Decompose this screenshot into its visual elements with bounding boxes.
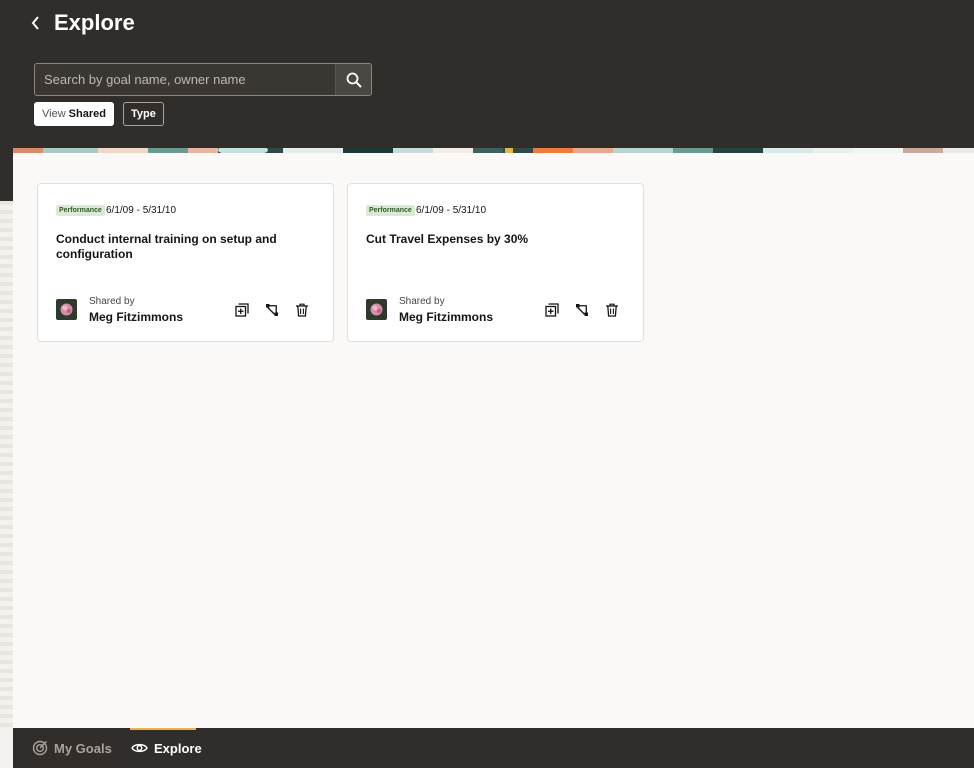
copy-goal-button[interactable] bbox=[543, 301, 561, 319]
owner-photo-icon bbox=[366, 299, 387, 320]
target-icon bbox=[32, 740, 48, 756]
view-filter-chip[interactable]: View Shared bbox=[34, 102, 114, 126]
nav-explore-label: Explore bbox=[154, 740, 202, 756]
search-input[interactable] bbox=[35, 64, 335, 95]
background-strip bbox=[0, 201, 13, 728]
goal-type-badge: Performance bbox=[366, 205, 415, 216]
copy-add-icon bbox=[545, 303, 559, 317]
bottom-navigation: My Goals Explore bbox=[13, 728, 974, 768]
nav-my-goals-label: My Goals bbox=[54, 740, 112, 756]
main-content: Performance 6/1/09 - 5/31/10 Conduct int… bbox=[13, 153, 974, 728]
align-icon bbox=[266, 304, 278, 316]
search-button[interactable] bbox=[335, 64, 371, 95]
owner-name: Meg Fitzimmons bbox=[89, 310, 184, 324]
decorative-banner bbox=[13, 144, 974, 153]
copy-add-icon bbox=[235, 303, 249, 317]
goal-card[interactable]: Performance 6/1/09 - 5/31/10 Cut Travel … bbox=[347, 183, 644, 342]
eye-icon bbox=[131, 743, 148, 753]
delete-goal-button[interactable] bbox=[293, 301, 311, 319]
back-button[interactable] bbox=[24, 10, 48, 36]
goal-dates: 6/1/09 - 5/31/10 bbox=[416, 205, 487, 216]
view-filter-value: Shared bbox=[68, 108, 106, 120]
nav-my-goals[interactable]: My Goals bbox=[32, 728, 112, 768]
type-filter-chip[interactable]: Type bbox=[123, 102, 164, 126]
align-goal-button[interactable] bbox=[573, 301, 591, 319]
search-icon bbox=[346, 72, 362, 88]
nav-explore[interactable]: Explore bbox=[130, 728, 202, 768]
copy-goal-button[interactable] bbox=[233, 301, 251, 319]
goal-dates: 6/1/09 - 5/31/10 bbox=[106, 205, 177, 216]
view-filter-prefix: View bbox=[42, 108, 66, 120]
trash-icon bbox=[606, 303, 618, 317]
owner-photo-icon bbox=[56, 299, 77, 320]
align-goal-button[interactable] bbox=[263, 301, 281, 319]
goal-title[interactable]: Conduct internal training on setup and c… bbox=[56, 232, 306, 262]
shared-by-label: Shared by bbox=[89, 296, 135, 307]
owner-name: Meg Fitzimmons bbox=[399, 310, 494, 324]
delete-goal-button[interactable] bbox=[603, 301, 621, 319]
goal-title[interactable]: Cut Travel Expenses by 30% bbox=[366, 232, 616, 247]
chevron-left-icon bbox=[31, 16, 39, 30]
goal-card[interactable]: Performance 6/1/09 - 5/31/10 Conduct int… bbox=[37, 183, 334, 342]
shared-by-label: Shared by bbox=[399, 296, 445, 307]
align-icon bbox=[576, 304, 588, 316]
avatar bbox=[366, 299, 387, 320]
avatar bbox=[56, 299, 77, 320]
search-field bbox=[34, 63, 372, 96]
trash-icon bbox=[296, 303, 308, 317]
goal-type-badge: Performance bbox=[56, 205, 105, 216]
page-title: Explore bbox=[54, 10, 135, 35]
